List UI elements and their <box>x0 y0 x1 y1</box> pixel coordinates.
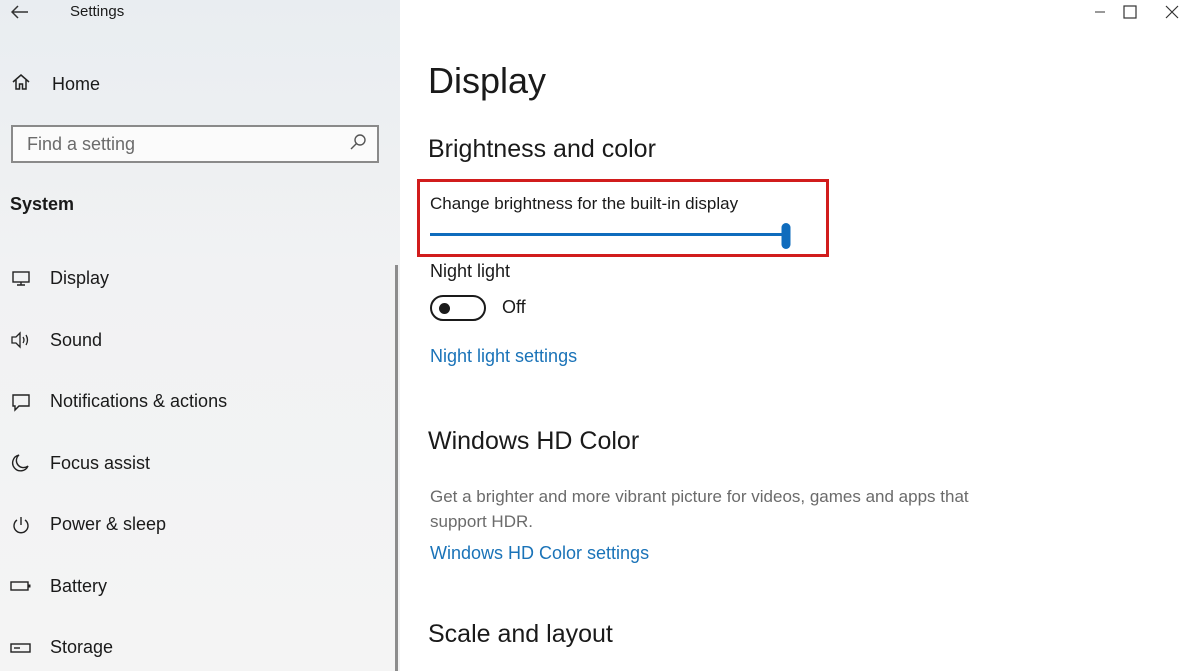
speaker-icon <box>10 329 32 351</box>
app-title: Settings <box>70 3 125 20</box>
back-arrow-icon <box>11 5 28 19</box>
sidebar-item-label: Focus assist <box>50 452 151 473</box>
sidebar-item-home[interactable]: Home <box>10 70 100 98</box>
back-button[interactable] <box>8 0 32 24</box>
night-light-label: Night light <box>430 261 511 281</box>
search-box[interactable] <box>11 125 379 163</box>
sidebar-item-battery[interactable]: Battery <box>0 556 392 618</box>
sidebar-item-label: Display <box>50 268 110 289</box>
heading-hd-color: Windows HD Color <box>428 427 640 455</box>
highlight-box <box>417 179 829 257</box>
notification-icon <box>10 391 32 413</box>
sidebar: Settings Home System Display <box>0 0 400 671</box>
sidebar-item-label: Notifications & actions <box>50 391 228 412</box>
heading-brightness: Brightness and color <box>428 135 656 163</box>
night-light-state: Off <box>502 297 526 317</box>
home-icon <box>10 71 32 98</box>
search-icon[interactable] <box>349 133 367 156</box>
toggle-knob <box>439 303 450 314</box>
sidebar-item-label: Home <box>52 73 101 94</box>
sidebar-nav: Display Sound Notifications & actions Fo… <box>0 248 392 671</box>
sidebar-item-label: Power & sleep <box>50 514 167 535</box>
sidebar-item-label: Sound <box>50 329 103 350</box>
sidebar-item-notifications[interactable]: Notifications & actions <box>0 371 392 433</box>
sidebar-item-power-sleep[interactable]: Power & sleep <box>0 494 392 556</box>
section-label-system: System <box>10 194 75 214</box>
sidebar-item-label: Storage <box>50 637 114 658</box>
sidebar-item-label: Battery <box>50 575 108 596</box>
battery-icon <box>10 575 32 597</box>
sidebar-item-storage[interactable]: Storage <box>0 617 392 671</box>
storage-icon <box>10 637 32 659</box>
sidebar-item-display[interactable]: Display <box>0 248 392 310</box>
sidebar-scrollbar[interactable] <box>395 265 398 671</box>
main-content: Display Brightness and color Change brig… <box>428 0 1196 671</box>
night-light-toggle[interactable] <box>430 295 486 321</box>
night-light-settings-link[interactable]: Night light settings <box>430 346 577 367</box>
page-title: Display <box>428 60 547 101</box>
hd-color-settings-link[interactable]: Windows HD Color settings <box>430 543 649 564</box>
heading-scale-layout: Scale and layout <box>428 620 613 648</box>
power-icon <box>10 514 32 536</box>
sidebar-item-sound[interactable]: Sound <box>0 310 392 372</box>
hd-color-description: Get a brighter and more vibrant picture … <box>430 487 969 531</box>
monitor-icon <box>10 268 32 290</box>
sidebar-item-focus-assist[interactable]: Focus assist <box>0 433 392 495</box>
moon-icon <box>10 452 32 474</box>
search-input[interactable] <box>27 133 349 155</box>
